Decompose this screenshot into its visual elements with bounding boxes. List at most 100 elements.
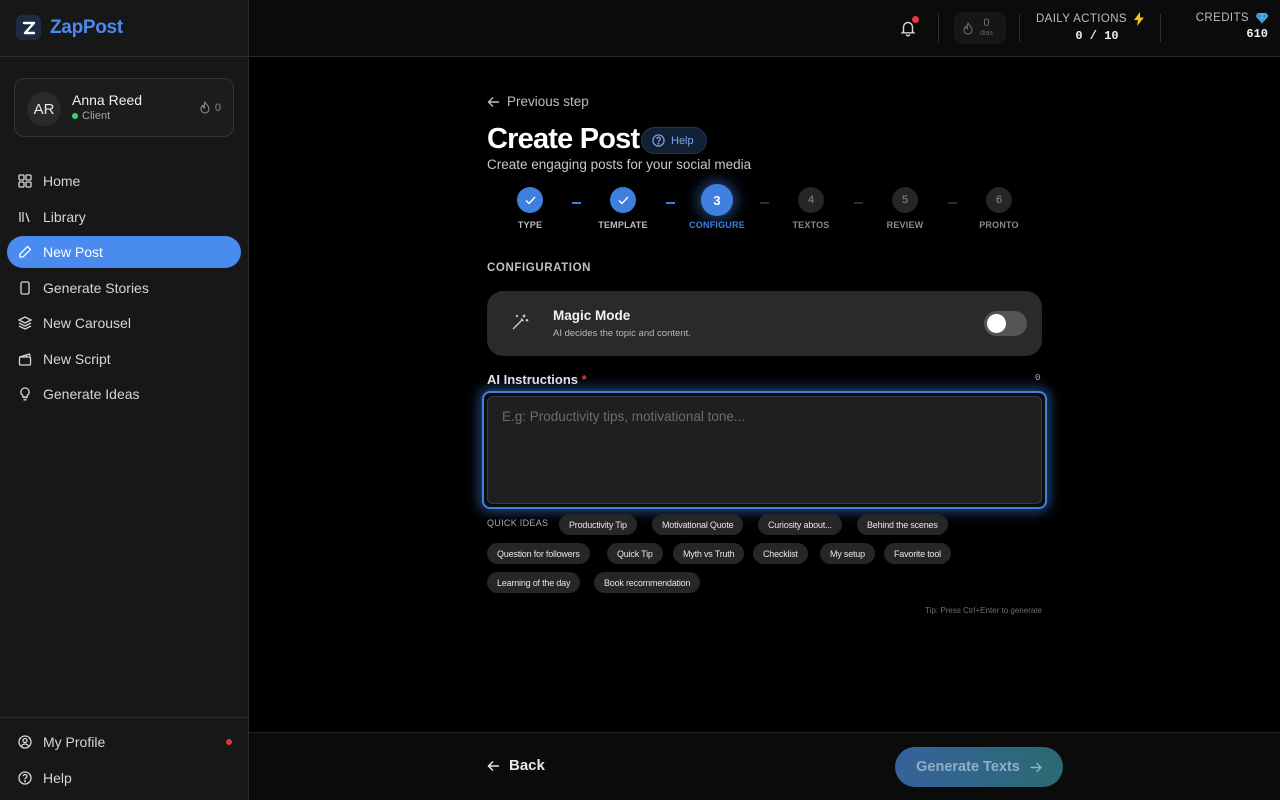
topbar-divider xyxy=(1160,14,1161,42)
sidebar-item-label: New Carousel xyxy=(43,315,131,331)
sidebar-item-label: Generate Stories xyxy=(43,279,149,296)
lightning-icon xyxy=(1134,12,1144,26)
user-name: Anna Reed xyxy=(72,92,143,108)
flame-icon xyxy=(200,101,210,114)
top-bar: 0 dias DAILY ACTIONS 0 / 10 CREDITS 610 xyxy=(249,0,1280,57)
notification-dot xyxy=(912,16,919,23)
check-icon xyxy=(517,187,543,213)
sidebar-item-new-post[interactable]: New Post xyxy=(7,236,241,268)
ai-instructions-field-wrapper xyxy=(482,391,1047,509)
user-role: Client xyxy=(72,110,110,122)
sidebar-item-home[interactable]: Home xyxy=(7,165,241,197)
sidebar-item-label: Generate Ideas xyxy=(43,386,140,402)
quick-idea-chip[interactable]: Productivity Tip xyxy=(559,514,637,535)
step-template: TEMPLATE xyxy=(578,187,668,230)
daily-actions-label: DAILY ACTIONS xyxy=(1035,13,1127,25)
char-count: 0 xyxy=(1035,373,1041,383)
required-mark: * xyxy=(581,372,587,387)
sidebar-item-generate-ideas[interactable]: Generate Ideas xyxy=(7,378,241,410)
quick-idea-chip[interactable]: Favorite tool xyxy=(884,543,951,564)
sidebar-item-help[interactable]: Help xyxy=(7,762,241,794)
library-icon xyxy=(18,210,32,224)
app-root: ZapPost AR Anna Reed Client 0 Home Libra… xyxy=(0,0,1280,800)
generate-texts-label: Generate Texts xyxy=(916,759,1020,775)
credits-stat: CREDITS 610 xyxy=(1179,12,1269,41)
help-button[interactable]: Help xyxy=(641,127,707,154)
step-label: TEXTOS xyxy=(792,220,830,230)
user-circle-icon xyxy=(18,735,32,749)
avatar: AR xyxy=(27,92,61,126)
step-label: PRONTO xyxy=(979,220,1019,230)
quick-idea-chip[interactable]: Quick Tip xyxy=(607,543,663,564)
help-button-label: Help xyxy=(671,134,694,147)
keyboard-tip: Tip: Press Ctrl+Enter to generate xyxy=(925,606,1042,615)
daily-actions-value: 0 / 10 xyxy=(1075,29,1119,43)
sidebar-divider xyxy=(0,56,248,57)
configuration-heading: CONFIGURATION xyxy=(487,262,592,274)
step-pronto: 6 PRONTO xyxy=(954,187,1044,230)
sidebar-item-label: New Script xyxy=(43,350,111,367)
quick-idea-chip[interactable]: Behind the scenes xyxy=(857,514,948,535)
quick-idea-chip[interactable]: Curiosity about... xyxy=(758,514,842,535)
credits-label-row: CREDITS xyxy=(1179,12,1269,24)
ai-instructions-label: AI Instructions * xyxy=(487,372,587,387)
layers-icon xyxy=(18,316,32,330)
back-button[interactable]: Back xyxy=(487,757,545,774)
arrow-left-icon xyxy=(487,760,499,771)
quick-idea-chip[interactable]: My setup xyxy=(820,543,875,564)
quick-idea-chip[interactable]: Motivational Quote xyxy=(652,514,744,535)
step-number: 4 xyxy=(798,187,824,213)
ai-instructions-label-text: AI Instructions xyxy=(487,372,579,387)
daily-actions-stat: DAILY ACTIONS 0 / 10 xyxy=(1035,12,1145,43)
quick-idea-chip[interactable]: Checklist xyxy=(753,543,808,564)
quick-idea-chip[interactable]: Learning of the day xyxy=(487,572,581,593)
sidebar-item-generate-stories[interactable]: Generate Stories xyxy=(7,272,241,304)
sidebar-item-label: My Profile xyxy=(43,734,106,750)
quick-idea-chip[interactable]: Question for followers xyxy=(487,543,590,564)
phone-icon xyxy=(18,280,32,295)
previous-step-link[interactable]: Previous step xyxy=(487,94,589,109)
sidebar-item-new-carousel[interactable]: New Carousel xyxy=(7,307,241,339)
streak-days-text: 0 dias xyxy=(980,18,993,38)
flame-icon xyxy=(963,21,973,35)
streak-days-widget[interactable]: 0 dias xyxy=(954,12,1006,44)
app-logo[interactable]: ZapPost xyxy=(16,15,123,40)
sidebar-item-label: New Post xyxy=(43,244,103,260)
magic-mode-card: Magic Mode AI decides the topic and cont… xyxy=(487,291,1042,356)
sidebar-item-library[interactable]: Library xyxy=(7,201,241,233)
topbar-divider xyxy=(1019,14,1020,42)
sidebar-item-new-script[interactable]: New Script xyxy=(7,343,241,375)
main-content: Previous step Create Post Help Create en… xyxy=(249,57,1280,732)
user-streak-count: 0 xyxy=(214,101,221,114)
credits-value: 610 xyxy=(1246,27,1268,41)
step-label: CONFIGURE xyxy=(689,220,745,230)
quick-idea-chip[interactable]: Myth vs Truth xyxy=(673,543,745,564)
user-streak: 0 xyxy=(199,101,221,114)
magic-mode-toggle[interactable] xyxy=(984,311,1027,336)
streak-days-label: dias xyxy=(980,30,993,37)
arrow-left-icon xyxy=(487,96,499,107)
sidebar-item-my-profile[interactable]: My Profile xyxy=(7,726,241,758)
sidebar-item-label: Library xyxy=(43,208,86,225)
help-circle-icon xyxy=(652,134,665,147)
quick-ideas-label: QUICK IDEAS xyxy=(487,518,549,528)
diamond-icon xyxy=(1255,12,1269,24)
step-number: 5 xyxy=(892,187,918,213)
grid-icon xyxy=(18,174,32,188)
page-subtitle: Create engaging posts for your social me… xyxy=(487,157,752,172)
profile-notification-dot xyxy=(226,739,232,745)
step-label: REVIEW xyxy=(886,220,924,230)
quick-idea-chip[interactable]: Book recommendation xyxy=(594,572,701,593)
help-circle-icon xyxy=(18,770,32,785)
sidebar: ZapPost AR Anna Reed Client 0 Home Libra… xyxy=(0,0,249,800)
step-review: 5 REVIEW xyxy=(860,187,950,230)
generate-texts-button[interactable]: Generate Texts xyxy=(895,747,1063,787)
step-number: 6 xyxy=(986,187,1012,213)
magic-mode-title: Magic Mode xyxy=(553,308,631,323)
check-icon xyxy=(610,187,636,213)
step-label: TEMPLATE xyxy=(598,220,648,230)
ai-instructions-input[interactable] xyxy=(487,396,1042,504)
user-card[interactable]: AR Anna Reed Client 0 xyxy=(14,78,234,137)
wizard-footer: Back Generate Texts xyxy=(249,732,1280,800)
lightbulb-icon xyxy=(18,387,32,401)
